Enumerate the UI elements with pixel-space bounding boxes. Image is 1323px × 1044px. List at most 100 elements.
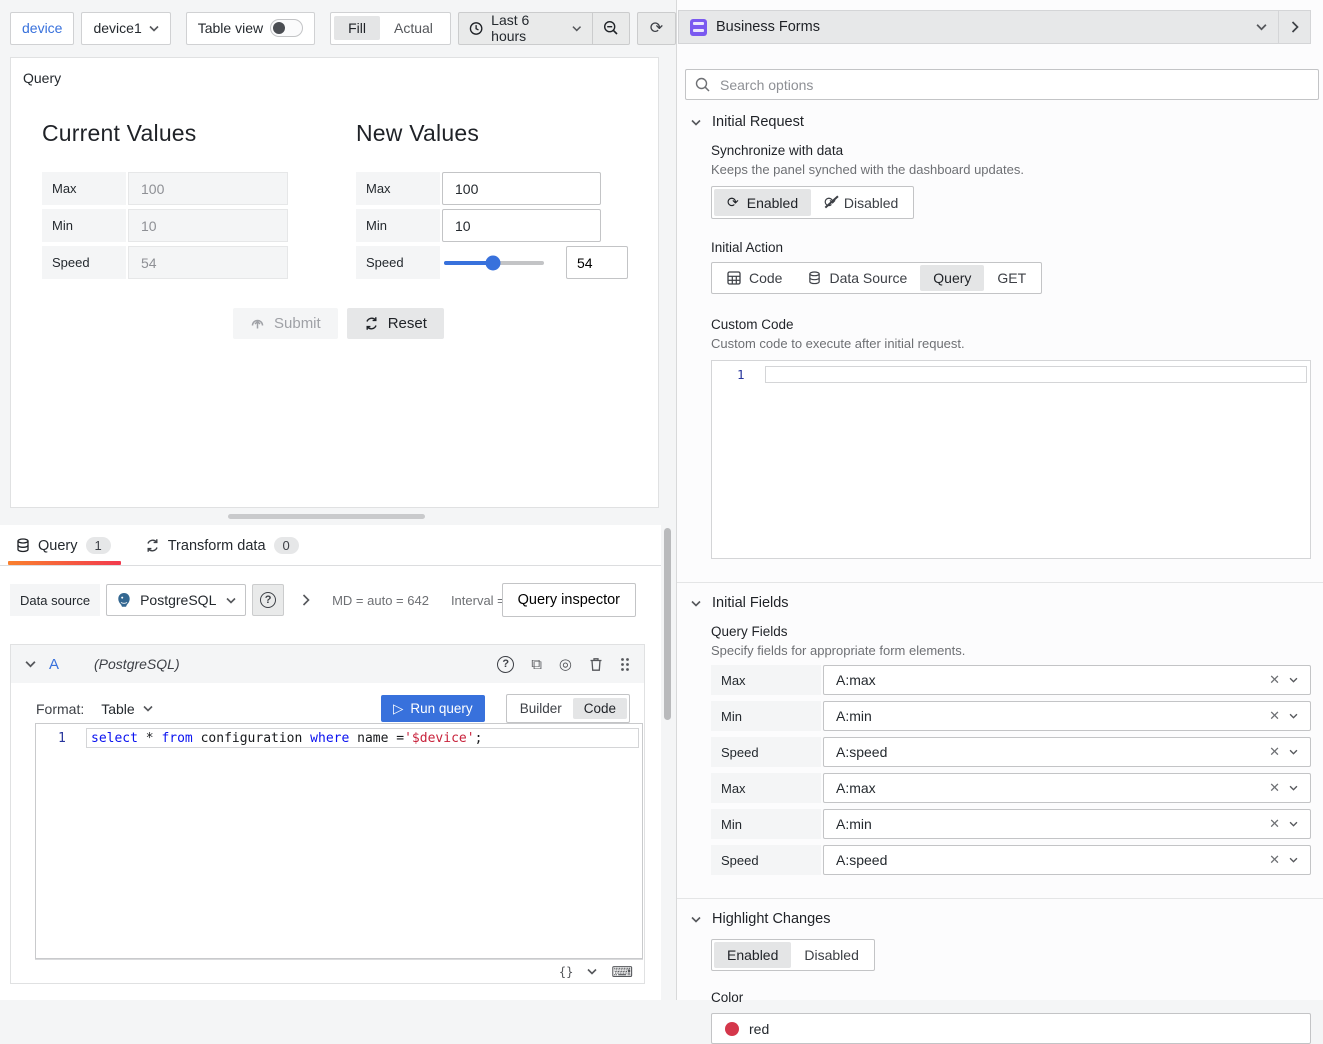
action-query-option[interactable]: Query [920,265,984,291]
datasource-help-button[interactable]: ? [252,584,284,616]
chevron-down-icon [1256,23,1267,31]
drag-handle-icon[interactable] [620,657,630,672]
sync-enabled-option[interactable]: ⟳ Enabled [714,189,811,216]
max-input[interactable] [442,172,601,205]
query-inspector-button[interactable]: Query inspector [502,583,636,617]
chevron-down-icon[interactable] [1289,821,1298,827]
device-label-text: device [22,20,62,36]
datasource-picker[interactable]: PostgreSQL [106,584,246,616]
action-datasource-option[interactable]: Data Source [795,265,920,291]
visualization-picker[interactable]: Business Forms [678,10,1279,44]
chevron-down-icon[interactable] [1289,749,1298,755]
clear-icon[interactable]: ✕ [1269,852,1280,868]
field-label: Max [711,665,821,695]
builder-option[interactable]: Builder [509,698,573,719]
highlight-disabled-option[interactable]: Disabled [791,942,871,968]
transform-count-badge: 0 [274,537,299,554]
speed-slider[interactable] [444,246,544,279]
action-code-option[interactable]: Code [714,265,795,291]
sync-disabled-option[interactable]: ⟳ Disabled [811,189,911,216]
chevron-right-icon[interactable] [302,594,310,606]
panel-options-pane: Business Forms Initial Request Synchroni… [676,0,1323,1000]
fill-option[interactable]: Fill [334,16,380,40]
chevron-down-icon[interactable] [25,660,36,668]
clear-icon[interactable]: ✕ [1269,708,1280,724]
device-variable-label[interactable]: device [10,12,74,45]
horizontal-resize-handle[interactable] [228,514,425,519]
run-query-button[interactable]: ▷ Run query [381,695,485,722]
form-row-speed-new: Speed [356,246,628,279]
submit-button[interactable]: Submit [233,308,338,339]
eye-icon[interactable]: ◎ [559,657,572,672]
initial-request-content: Synchronize with data Keeps the panel sy… [711,143,1311,559]
chevron-down-icon[interactable] [1289,713,1298,719]
table-view-toggle[interactable] [270,19,303,37]
keyboard-icon[interactable]: ⌨ [611,963,633,981]
sql-star: * [146,731,154,746]
query-datasource-name: (PostgreSQL) [94,656,180,672]
sql-string: '$device' [404,731,474,746]
clear-icon[interactable]: ✕ [1269,744,1280,760]
vertical-scrollbar-thumb[interactable] [664,528,671,720]
chevron-down-icon [691,916,701,923]
field-select[interactable]: A:min ✕ [823,701,1311,731]
refresh-button[interactable]: ⟳ [637,12,676,45]
braces-icon[interactable]: {} [559,965,573,979]
format-select[interactable]: Table [101,701,152,717]
chevron-down-icon[interactable] [1289,677,1298,683]
chevron-down-icon[interactable] [1289,785,1298,791]
play-icon: ▷ [393,701,403,717]
clear-icon[interactable]: ✕ [1269,780,1280,796]
query-count-badge: 1 [86,537,111,554]
query-field-row: Max A:max ✕ [711,665,1311,695]
section-initial-fields[interactable]: Initial Fields [677,583,1323,611]
datasource-row: Data source PostgreSQL ? MD = auto = 642… [10,584,651,616]
field-select[interactable]: A:min ✕ [823,809,1311,839]
field-select[interactable]: A:max ✕ [823,665,1311,695]
visualization-name: Business Forms [716,19,820,35]
device-variable-select[interactable]: device1 [81,12,170,45]
speed-slider-thumb[interactable] [486,255,501,270]
min-input[interactable] [442,209,601,242]
duplicate-icon[interactable]: ⧉ [531,657,542,672]
sql-code-editor[interactable]: 1 select * from configuration where name… [35,723,643,959]
action-get-option[interactable]: GET [984,265,1039,291]
color-picker[interactable]: red [711,1013,1311,1044]
chevron-down-icon [691,119,701,126]
clear-icon[interactable]: ✕ [1269,672,1280,688]
section-initial-request[interactable]: Initial Request [677,108,1323,130]
custom-code-editor[interactable]: 1 [711,360,1311,559]
table-view-label: Table view [198,20,263,36]
code-option[interactable]: Code [573,698,627,719]
format-label: Format: [36,701,84,717]
trash-icon[interactable] [589,657,603,672]
section-highlight-changes[interactable]: Highlight Changes [677,899,1323,927]
clear-icon[interactable]: ✕ [1269,816,1280,832]
highlight-enabled-option[interactable]: Enabled [714,942,791,968]
options-search[interactable] [685,69,1319,100]
query-row-header[interactable]: A (PostgreSQL) ? ⧉ ◎ [11,645,644,683]
chevron-down-icon[interactable] [587,968,597,975]
speed-number-input[interactable] [566,246,628,279]
help-icon[interactable]: ? [497,656,514,673]
device-value-text: device1 [93,20,141,36]
speed-slider-track[interactable] [444,261,544,265]
zoom-out-button[interactable] [592,13,629,44]
tab-transform-data[interactable]: Transform data 0 [143,528,301,565]
chevron-down-icon[interactable] [1289,857,1298,863]
options-search-input[interactable] [718,76,1309,94]
reset-button[interactable]: Reset [347,308,444,339]
section-title: Initial Request [712,114,804,130]
sync-radio-group: ⟳ Enabled ⟳ Disabled [711,186,914,219]
field-select[interactable]: A:speed ✕ [823,845,1311,875]
zoom-out-icon [603,20,619,36]
actual-option[interactable]: Actual [380,16,447,40]
time-range-button[interactable]: Last 6 hours [459,13,592,44]
field-select[interactable]: A:max ✕ [823,773,1311,803]
tab-query-label: Query [38,538,78,554]
tab-query[interactable]: Query 1 [14,528,113,565]
field-select[interactable]: A:speed ✕ [823,737,1311,767]
collapse-options-button[interactable] [1278,10,1311,44]
field-label: Min [42,209,126,242]
query-panel: Query Current Values Max 100 Min 10 Spee… [10,57,659,508]
